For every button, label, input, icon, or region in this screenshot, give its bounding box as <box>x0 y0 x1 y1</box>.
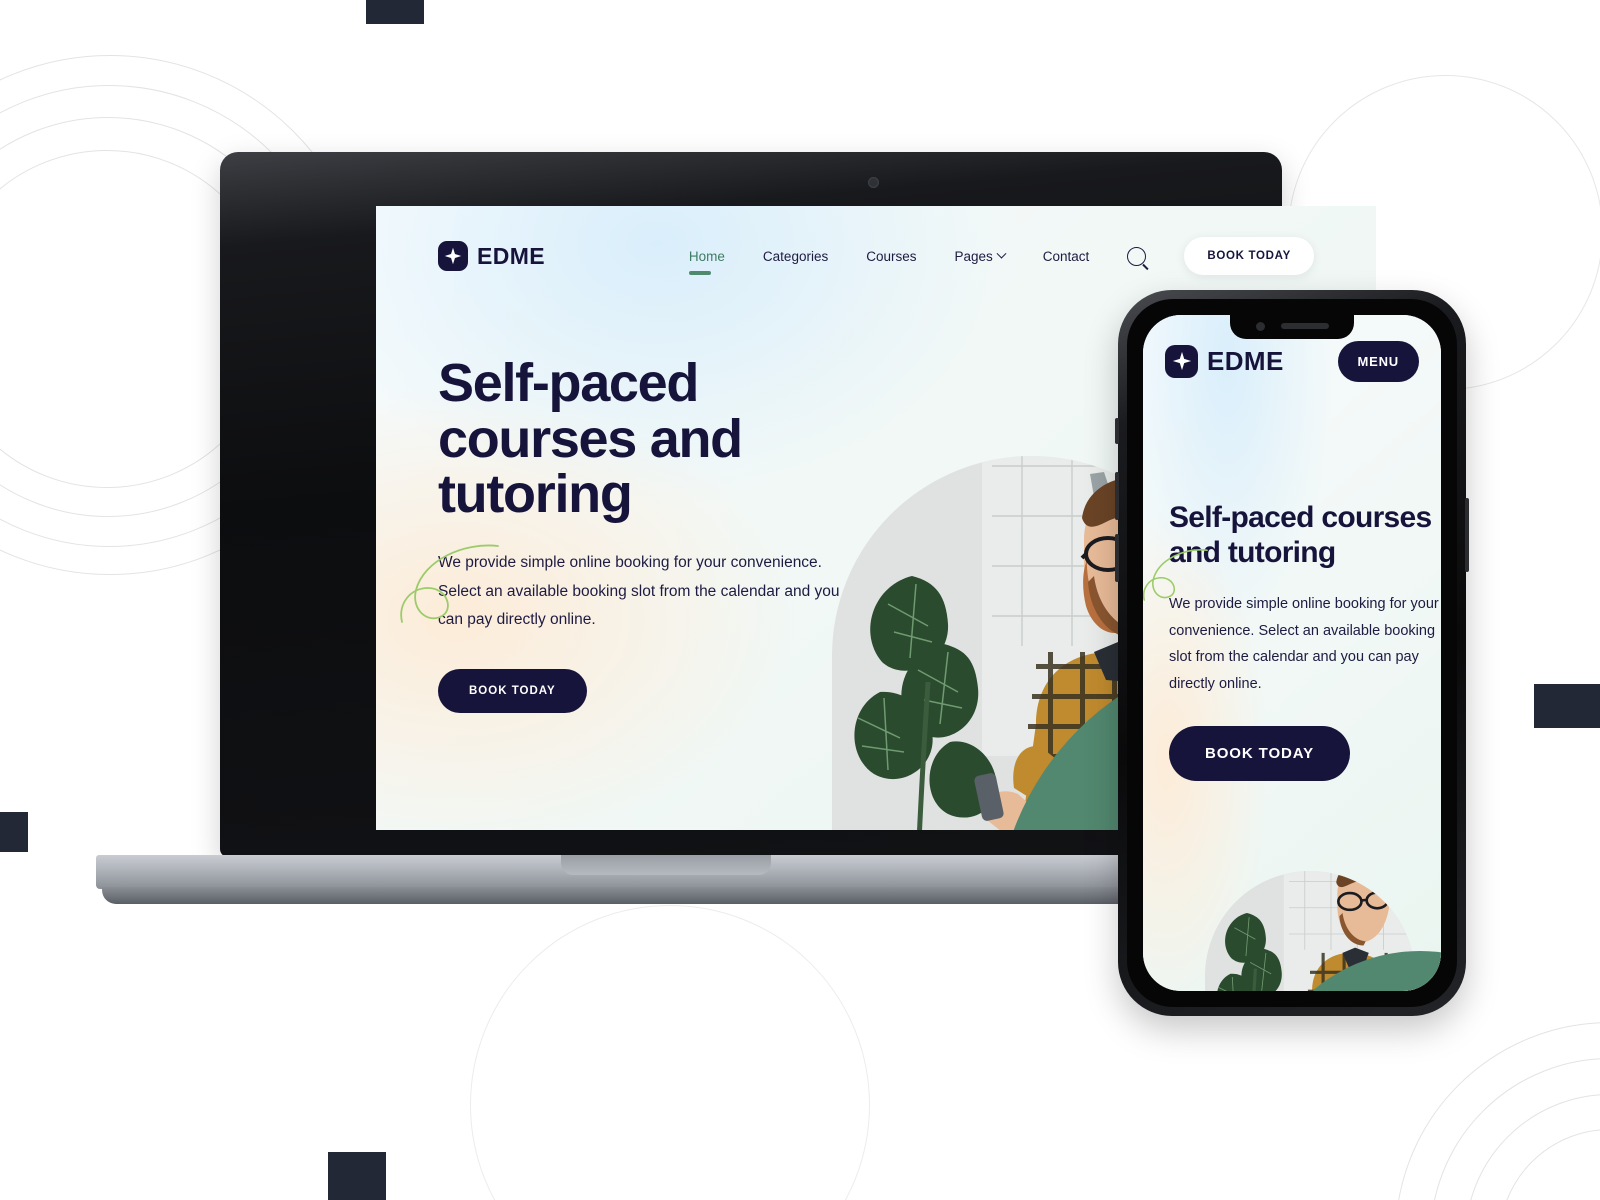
phone-volume-down-button[interactable] <box>1115 534 1119 582</box>
phone-bezel: EDME MENU Self-paced courses and tutorin… <box>1127 299 1457 1007</box>
mobile-book-today-button[interactable]: BOOK TODAY <box>1169 726 1351 782</box>
logo-text: EDME <box>477 242 546 269</box>
page-title: Self-paced courses and tutoring <box>438 353 743 525</box>
mobile-logo-text: EDME <box>1207 345 1284 376</box>
mobile-hero-copy: Self-paced courses and tutoring We provi… <box>1143 500 1439 782</box>
laptop-mockup: EDME Home Categories Courses Pages Conta… <box>96 152 1376 927</box>
decor-square-right <box>1534 684 1600 728</box>
nav-link-courses[interactable]: Courses <box>866 249 916 264</box>
four-point-star-icon <box>1165 344 1198 378</box>
nav-link-label: Home <box>688 248 725 264</box>
decor-ring <box>1499 1129 1600 1200</box>
phone-screen: EDME MENU Self-paced courses and tutorin… <box>1143 315 1441 991</box>
hero-book-today-button[interactable]: BOOK TODAY <box>438 668 587 713</box>
decor-square-left <box>0 812 28 852</box>
phone-speaker-icon <box>1280 323 1329 329</box>
mobile-logo[interactable]: EDME <box>1165 344 1284 378</box>
four-point-star-icon <box>438 241 468 271</box>
nav-link-categories[interactable]: Categories <box>763 249 828 264</box>
phone-mockup: EDME MENU Self-paced courses and tutorin… <box>1115 290 1469 1016</box>
mobile-website: EDME MENU Self-paced courses and tutorin… <box>1143 315 1441 991</box>
decor-ring <box>1430 1058 1600 1200</box>
decor-ring <box>1465 1094 1600 1200</box>
laptop-camera-icon <box>868 177 879 188</box>
laptop-base <box>96 855 1146 907</box>
chevron-down-icon <box>996 248 1007 259</box>
decor-square-bottom <box>328 1152 386 1200</box>
nav-link-label: Courses <box>866 248 917 264</box>
decor-squiggle-icon <box>1143 549 1208 601</box>
logo[interactable]: EDME <box>438 241 545 271</box>
search-icon[interactable] <box>1127 246 1147 266</box>
nav-link-home[interactable]: Home <box>688 248 725 275</box>
phone-silent-switch[interactable] <box>1115 418 1119 444</box>
phone-volume-up-button[interactable] <box>1115 472 1119 520</box>
nav-book-today-button[interactable]: BOOK TODAY <box>1184 237 1314 275</box>
phone-camera-icon <box>1255 321 1265 331</box>
mobile-menu-button[interactable]: MENU <box>1337 340 1419 382</box>
decor-squiggle-icon <box>400 544 499 623</box>
laptop-base-top <box>96 855 1146 889</box>
nav-link-label: Contact <box>1042 248 1090 264</box>
nav-link-pages[interactable]: Pages <box>954 248 1007 264</box>
phone-notch <box>1230 313 1354 339</box>
desktop-nav-links: Home Categories Courses Pages Contact BO… <box>688 237 1314 275</box>
nav-link-label: Pages <box>954 248 993 264</box>
laptop-base-notch <box>561 855 771 875</box>
decor-rings-bottom-right <box>1395 1022 1600 1200</box>
decor-square-top <box>366 0 424 24</box>
mockup-canvas: EDME Home Categories Courses Pages Conta… <box>0 0 1600 1200</box>
decor-ring <box>1395 1022 1600 1200</box>
nav-link-contact[interactable]: Contact <box>1043 249 1090 264</box>
decor-ring-bottom-center <box>470 905 870 1200</box>
laptop-base-bottom <box>102 887 1140 904</box>
desktop-hero-copy: Self-paced courses and tutoring We provi… <box>400 353 888 713</box>
nav-link-label: Categories <box>762 248 829 264</box>
phone-power-button[interactable] <box>1465 498 1469 572</box>
